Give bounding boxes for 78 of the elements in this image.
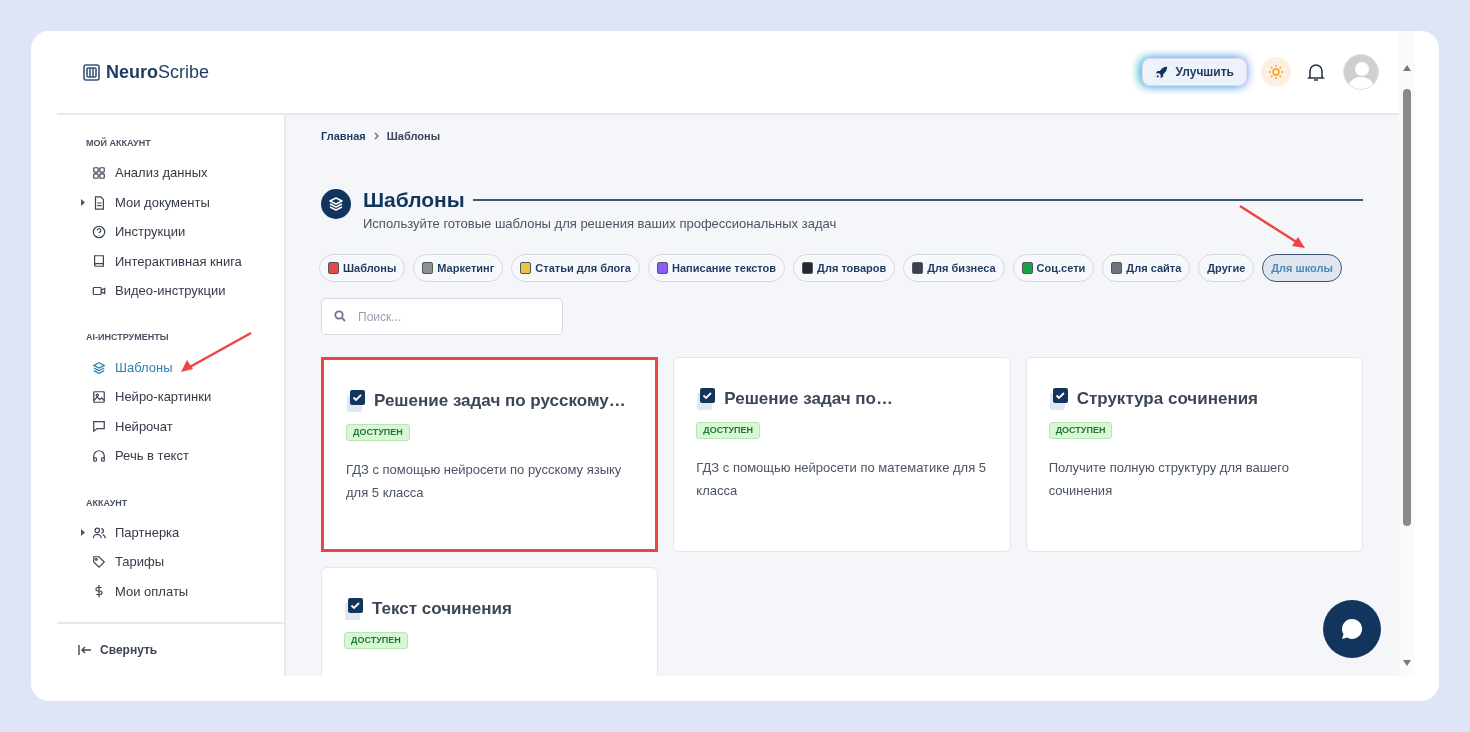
template-card[interactable]: Решение задач по… ДОСТУПЕН ГДЗ с помощью нейросети по математике для 5 класса [673, 357, 1011, 552]
search-icon [334, 310, 346, 322]
collapse-sidebar-button[interactable]: Свернуть [78, 641, 158, 659]
users-icon [92, 525, 106, 540]
book-icon [92, 254, 106, 269]
sidebar-item[interactable]: Шаблоны [57, 352, 284, 383]
breadcrumb-link[interactable]: Главная [321, 128, 366, 145]
scrollbar[interactable] [1399, 31, 1415, 676]
sidebar-item[interactable]: Нейро-картинки [57, 382, 284, 412]
card-title: Решение задач по… [724, 388, 893, 410]
theme-toggle[interactable] [1261, 57, 1291, 87]
status-badge: ДОСТУПЕН [1048, 421, 1113, 439]
sidebar-item[interactable]: Мои оплаты [57, 576, 284, 607]
grid-icon [92, 166, 106, 181]
scroll-up-icon[interactable] [1403, 65, 1411, 71]
filter-chip[interactable]: Для сайта [1102, 254, 1191, 282]
tag-icon [92, 555, 106, 570]
sidebar-item[interactable]: Видео-инструкции [57, 276, 284, 306]
sidebar-item[interactable]: Инструкции [57, 217, 284, 247]
image-icon [92, 390, 106, 405]
notification-bell-icon[interactable] [1307, 62, 1325, 82]
card-description: Получите полную структуру для вашего сочинения [1048, 458, 1290, 500]
chat-bubble-icon [1340, 617, 1364, 641]
filter-chip[interactable]: Шаблоны [319, 254, 406, 282]
card-title: Структура сочинения [1076, 388, 1259, 410]
status-badge: ДОСТУПЕН [344, 631, 408, 649]
breadcrumb-link[interactable]: Шаблоны [386, 128, 441, 145]
rocket-icon [1154, 65, 1168, 79]
expand-caret-icon[interactable] [81, 529, 85, 537]
filter-chip[interactable]: Для товаров [793, 254, 896, 282]
template-card[interactable]: Решение задач по русскому… ДОСТУПЕН ГДЗ с помощью нейросети по русскому языку для 5 класса [321, 357, 659, 552]
filter-chip[interactable]: Для бизнеса [903, 254, 1005, 282]
logo-icon [83, 63, 100, 81]
section-label: МОЙ АККАУНТ [85, 137, 152, 150]
chat-button[interactable] [1323, 600, 1381, 658]
card-description: ГДЗ с помощью нейросети по математике для 5 класса [696, 458, 988, 500]
sidebar-item[interactable]: Интерактивная книга [57, 246, 284, 277]
card-description: ГДЗ с помощью нейросети по русскому языку для 5 класса [346, 460, 623, 502]
filter-chip[interactable]: Статьи для блога [511, 254, 640, 282]
sidebar-item[interactable]: Нейрочат [57, 411, 284, 442]
search-field[interactable]: Поиск... [321, 298, 563, 335]
layers-badge-icon [321, 188, 351, 219]
filter-chip[interactable]: Написание текстов [647, 254, 786, 282]
logo-text: NeuroScribe [106, 60, 210, 84]
card-title: Решение задач по русскому… [374, 390, 626, 412]
sidebar-item[interactable]: Мои документы [57, 187, 284, 218]
collapse-icon [78, 645, 92, 655]
sidebar-item[interactable]: Тарифы [57, 547, 284, 577]
chevron-right-icon [373, 132, 379, 141]
sidebar-item[interactable]: Речь в текст [57, 441, 284, 471]
card-title: Текст сочинения [372, 598, 512, 620]
arrow-annotation [1238, 204, 1306, 249]
filter-chip[interactable]: Соц.сети [1012, 254, 1095, 282]
document-icon [92, 195, 106, 210]
dollar-icon [92, 584, 106, 599]
sidebar-item[interactable]: Партнерка [57, 518, 284, 548]
layers-icon [92, 360, 106, 375]
chat-icon [92, 419, 106, 434]
filter-chip[interactable]: Маркетинг [413, 254, 504, 282]
scroll-down-icon[interactable] [1403, 660, 1411, 666]
help-circle-icon [92, 224, 106, 239]
section-label: AI-ИНСТРУМЕНТЫ [85, 331, 170, 345]
page-subtitle: Используйте готовые шаблоны для решения ваших профессиональных задач [363, 214, 838, 233]
status-badge: ДОСТУПЕН [696, 421, 761, 439]
template-card[interactable]: Текст сочинения ДОСТУПЕН [321, 567, 659, 676]
sun-icon [1268, 64, 1284, 80]
checkbox-icon [344, 596, 366, 621]
sidebar-item[interactable]: Анализ данных [57, 158, 284, 188]
status-badge: ДОСТУПЕН [346, 423, 410, 441]
checkbox-icon [346, 388, 368, 413]
section-label: АККАУНТ [85, 496, 129, 510]
template-card[interactable]: Структура сочинения ДОСТУПЕН Получите полную структуру для вашего сочинения [1025, 357, 1363, 552]
filter-chip[interactable]: Другие [1198, 254, 1255, 282]
page-title: Шаблоны [363, 186, 465, 213]
upgrade-button[interactable]: Улучшить [1141, 58, 1247, 86]
checkbox-icon [1048, 386, 1071, 411]
expand-caret-icon[interactable] [81, 199, 85, 207]
headphones-icon [92, 448, 106, 463]
